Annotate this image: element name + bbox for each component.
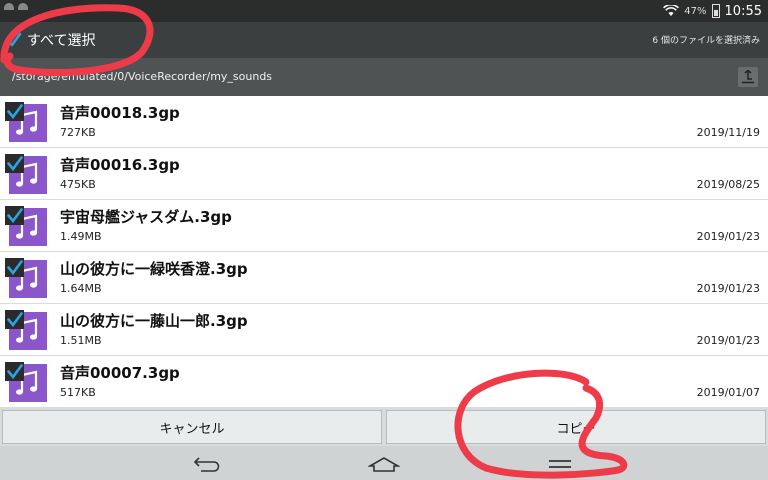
file-row[interactable]: 宇宙母艦ジャスダム.3gp 1.49MB 2019/01/23 <box>0 200 768 252</box>
battery-percentage: 47% <box>684 5 707 17</box>
up-folder-icon <box>742 70 754 84</box>
clock: 10:55 <box>724 3 762 19</box>
file-name: 音声00016.3gp <box>60 156 180 174</box>
selected-count: 6 個のファイルを選択済み <box>652 36 760 46</box>
audio-file-icon[interactable] <box>5 154 47 194</box>
file-size: 1.49MB <box>60 230 102 243</box>
current-path: /storage/emulated/0/VoiceRecorder/my_sou… <box>12 70 273 83</box>
file-date: 2019/11/19 <box>696 126 760 139</box>
copy-button[interactable]: コピー <box>386 410 766 444</box>
recent-apps-icon <box>549 460 571 468</box>
file-size: 1.51MB <box>60 334 102 347</box>
audio-file-icon[interactable] <box>5 258 47 298</box>
status-notification-icons <box>4 3 28 13</box>
wifi-icon <box>663 5 680 16</box>
audio-file-icon[interactable] <box>5 362 47 402</box>
back-button[interactable] <box>190 454 224 474</box>
button-bar: キャンセル コピー <box>0 408 768 446</box>
file-name: 山の彼方に一藤山一郎.3gp <box>60 312 248 330</box>
file-date: 2019/01/07 <box>696 386 760 399</box>
audio-file-icon[interactable] <box>5 102 47 142</box>
file-size: 727KB <box>60 126 96 139</box>
home-icon <box>368 457 400 472</box>
back-icon <box>193 457 220 472</box>
file-size: 475KB <box>60 178 96 191</box>
file-row[interactable]: 山の彼方に一緑咲香澄.3gp 1.64MB 2019/01/23 <box>0 252 768 304</box>
status-indicators: 47% 10:55 <box>663 2 762 20</box>
file-date: 2019/01/23 <box>696 282 760 295</box>
file-name: 山の彼方に一緑咲香澄.3gp <box>60 260 248 278</box>
path-bar: /storage/emulated/0/VoiceRecorder/my_sou… <box>0 58 768 96</box>
action-bar: すべて選択 6 個のファイルを選択済み <box>0 22 768 58</box>
check-icon <box>6 32 22 47</box>
select-all-checkbox[interactable]: すべて選択 <box>6 28 95 52</box>
select-all-label: すべて選択 <box>27 33 96 49</box>
file-row[interactable]: 音声00016.3gp 475KB 2019/08/25 <box>0 148 768 200</box>
audio-file-icon[interactable] <box>5 206 47 246</box>
file-size: 517KB <box>60 386 96 399</box>
file-date: 2019/01/23 <box>696 230 760 243</box>
notification-icon <box>4 3 14 10</box>
file-name: 音声00007.3gp <box>60 364 180 382</box>
file-size: 1.64MB <box>60 282 102 295</box>
cancel-button[interactable]: キャンセル <box>2 410 382 444</box>
notification-icon <box>18 3 28 10</box>
recent-apps-button[interactable] <box>543 454 577 474</box>
battery-icon <box>711 4 720 18</box>
file-date: 2019/08/25 <box>696 178 760 191</box>
file-date: 2019/01/23 <box>696 334 760 347</box>
file-name: 音声00018.3gp <box>60 104 180 122</box>
file-row[interactable]: 山の彼方に一藤山一郎.3gp 1.51MB 2019/01/23 <box>0 304 768 356</box>
file-row[interactable]: 音声00007.3gp 517KB 2019/01/07 <box>0 356 768 408</box>
file-row[interactable]: 音声00018.3gp 727KB 2019/11/19 <box>0 96 768 148</box>
navigation-bar <box>0 446 768 480</box>
file-list: 音声00018.3gp 727KB 2019/11/19 音声00016.3gp… <box>0 96 768 408</box>
up-folder-button[interactable] <box>738 67 758 87</box>
audio-file-icon[interactable] <box>5 310 47 350</box>
file-name: 宇宙母艦ジャスダム.3gp <box>60 208 232 226</box>
home-button[interactable] <box>367 454 401 474</box>
status-bar: 47% 10:55 <box>0 0 768 22</box>
